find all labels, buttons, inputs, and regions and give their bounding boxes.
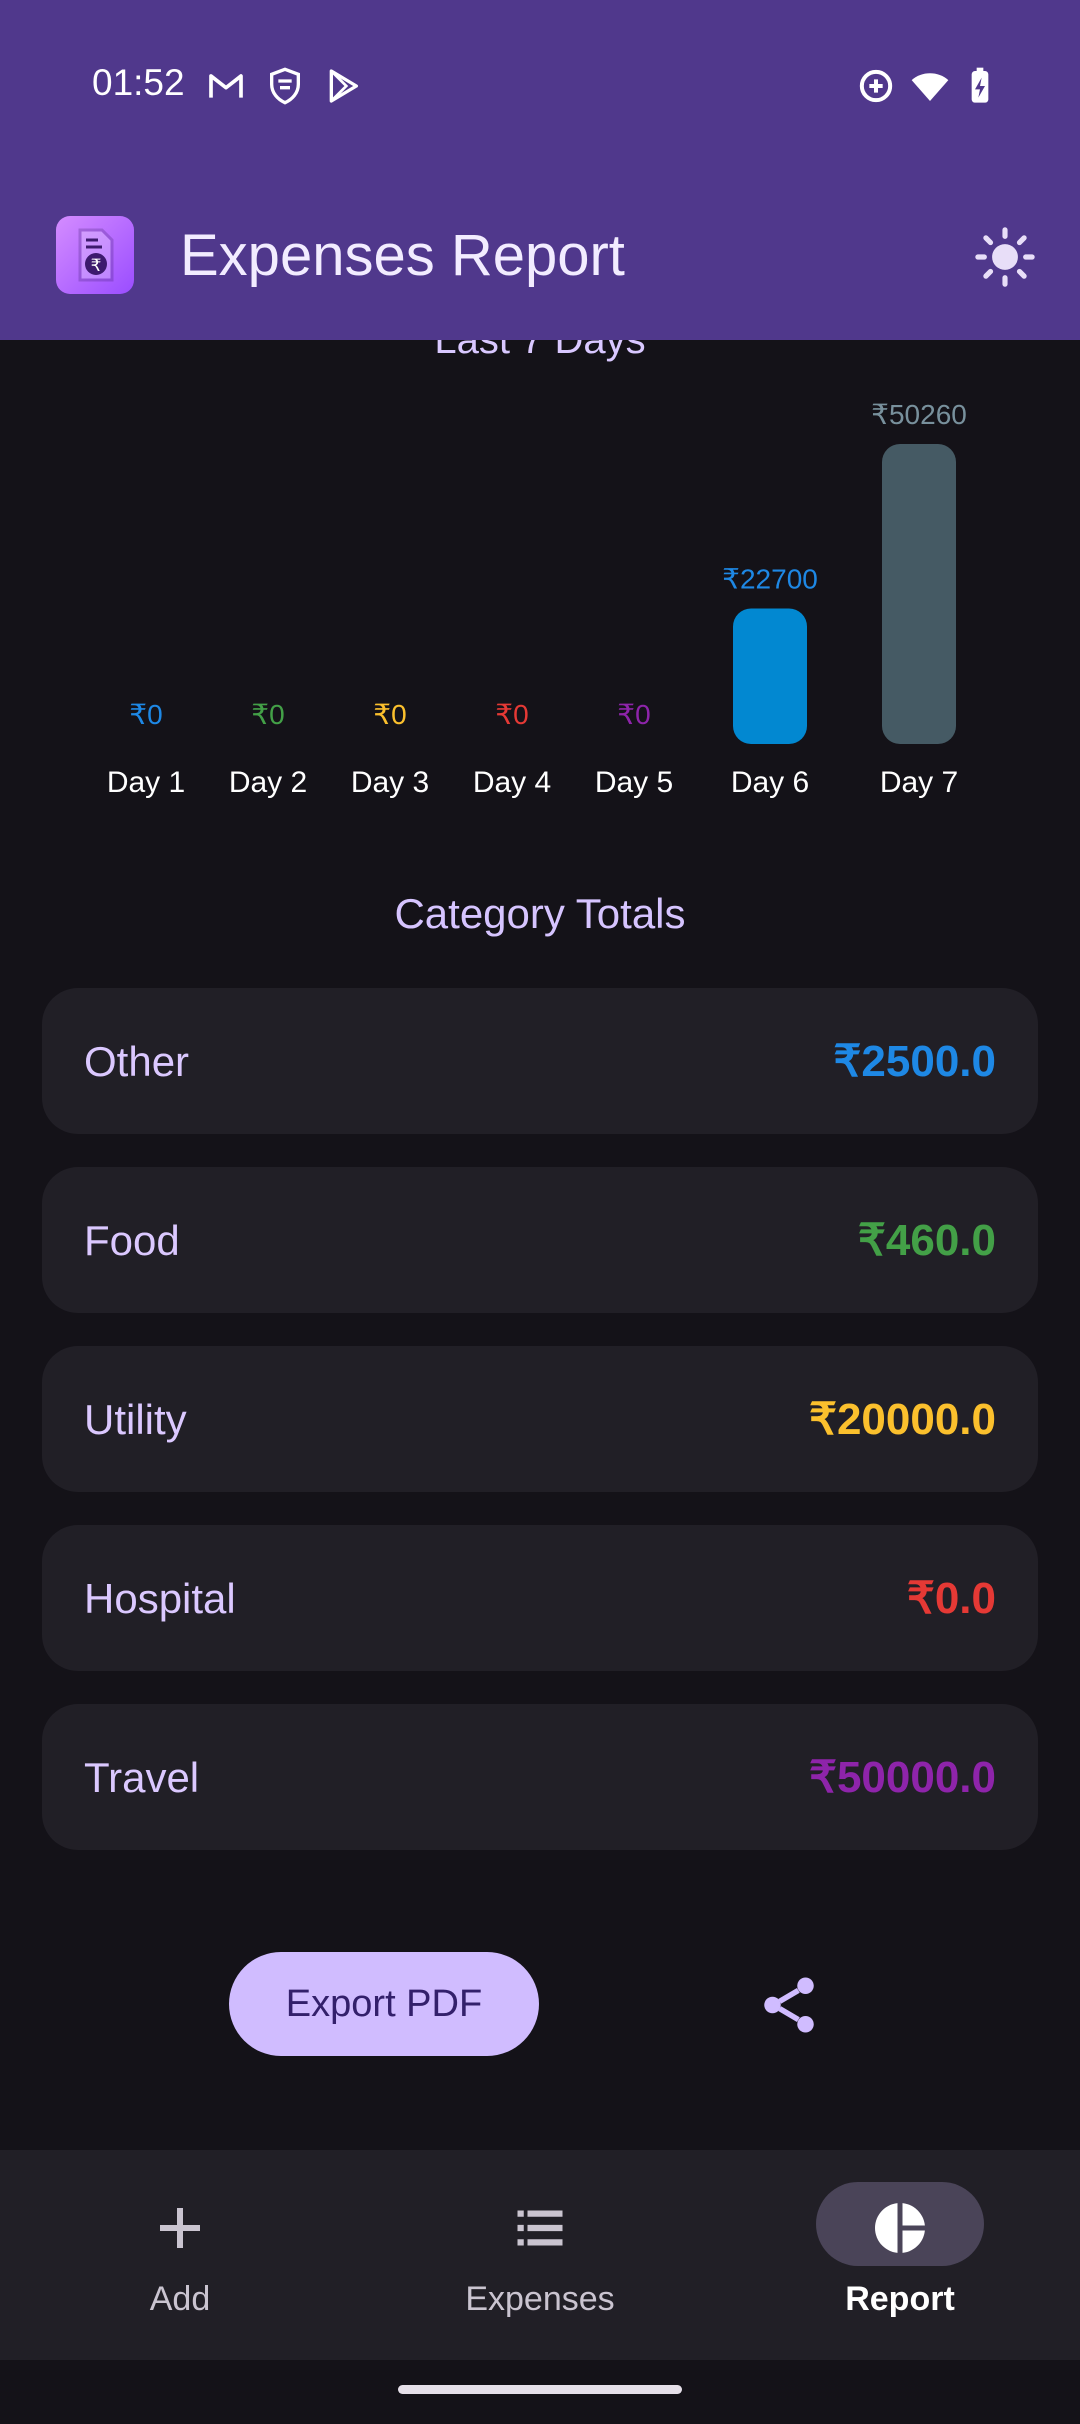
top-app-bar: 01:52 ₹ Expenses Report <box>0 0 1080 340</box>
nav-expenses[interactable]: Expenses <box>360 2150 720 2360</box>
chart-value-label-day-4: ₹0 <box>495 699 528 730</box>
data-saver-icon <box>859 69 893 103</box>
chart-category-label-day-1: Day 1 <box>107 766 185 799</box>
category-card-travel: Travel ₹50000.0 <box>42 1704 1038 1850</box>
chart-bar-day-7 <box>882 444 956 744</box>
share-icon[interactable] <box>756 1972 822 2038</box>
category-name: Hospital <box>84 1575 236 1622</box>
category-totals-title: Category Totals <box>394 890 686 937</box>
chart-bar-day-6 <box>733 608 807 744</box>
nav-add[interactable]: Add <box>0 2150 360 2360</box>
chart-value-label-day-5: ₹0 <box>617 699 650 730</box>
battery-charging-icon <box>971 67 989 103</box>
category-card-other: Other ₹2500.0 <box>42 988 1038 1134</box>
sun-icon[interactable] <box>974 226 1036 288</box>
category-card-food: Food ₹460.0 <box>42 1167 1038 1313</box>
gesture-bar <box>398 2385 682 2394</box>
nav-report-label: Report <box>845 2280 955 2318</box>
plus-icon <box>160 2208 200 2248</box>
chart-category-label-day-3: Day 3 <box>351 766 429 799</box>
chart-category-label-day-5: Day 5 <box>595 766 673 799</box>
svg-text:₹: ₹ <box>91 256 102 276</box>
category-name: Other <box>84 1038 190 1085</box>
gmail-icon <box>209 74 243 98</box>
status-bar: 01:52 <box>0 0 1080 170</box>
category-card-hospital: Hospital ₹0.0 <box>42 1525 1038 1671</box>
list-icon <box>517 2210 563 2246</box>
export-pdf-button[interactable]: Export PDF <box>229 1952 539 2056</box>
last-7-days-bar-chart: ₹0 Day 1 ₹0 Day 2 ₹0 Day 3 ₹0 Day 4 ₹0 Day 5 ₹2270… <box>107 399 967 799</box>
nav-report[interactable]: Report <box>720 2150 1080 2360</box>
chart-category-label-day-4: Day 4 <box>473 766 551 799</box>
chart-value-label-day-6: ₹22700 <box>722 564 818 595</box>
chart-value-label-day-7: ₹50260 <box>871 399 967 430</box>
play-store-icon <box>329 69 358 103</box>
category-name: Utility <box>84 1396 187 1443</box>
bottom-navigation: Add Expenses Report <box>0 2150 1080 2360</box>
wifi-icon <box>911 73 949 101</box>
app-title: Expenses Report <box>180 223 625 288</box>
category-name: Travel <box>84 1754 200 1801</box>
status-time: 01:52 <box>92 62 185 103</box>
category-amount: ₹0.0 <box>906 1574 996 1623</box>
nav-expenses-label: Expenses <box>465 2280 615 2318</box>
category-card-utility: Utility ₹20000.0 <box>42 1346 1038 1492</box>
chart-category-label-day-7: Day 7 <box>880 766 958 799</box>
pie-chart-icon <box>875 2203 925 2253</box>
receipt-rupee-icon: ₹ <box>56 216 134 294</box>
chart-category-label-day-6: Day 6 <box>731 766 809 799</box>
category-amount: ₹2500.0 <box>833 1037 996 1086</box>
shield-vpn-icon <box>270 67 300 105</box>
chart-value-label-day-2: ₹0 <box>251 699 284 730</box>
category-name: Food <box>84 1217 180 1264</box>
category-amount: ₹20000.0 <box>808 1395 996 1444</box>
chart-value-label-day-3: ₹0 <box>373 699 406 730</box>
category-amount: ₹460.0 <box>857 1216 996 1265</box>
nav-add-label: Add <box>149 2280 211 2318</box>
category-amount: ₹50000.0 <box>808 1753 996 1802</box>
chart-value-label-day-1: ₹0 <box>129 699 162 730</box>
chart-category-label-day-2: Day 2 <box>229 766 307 799</box>
